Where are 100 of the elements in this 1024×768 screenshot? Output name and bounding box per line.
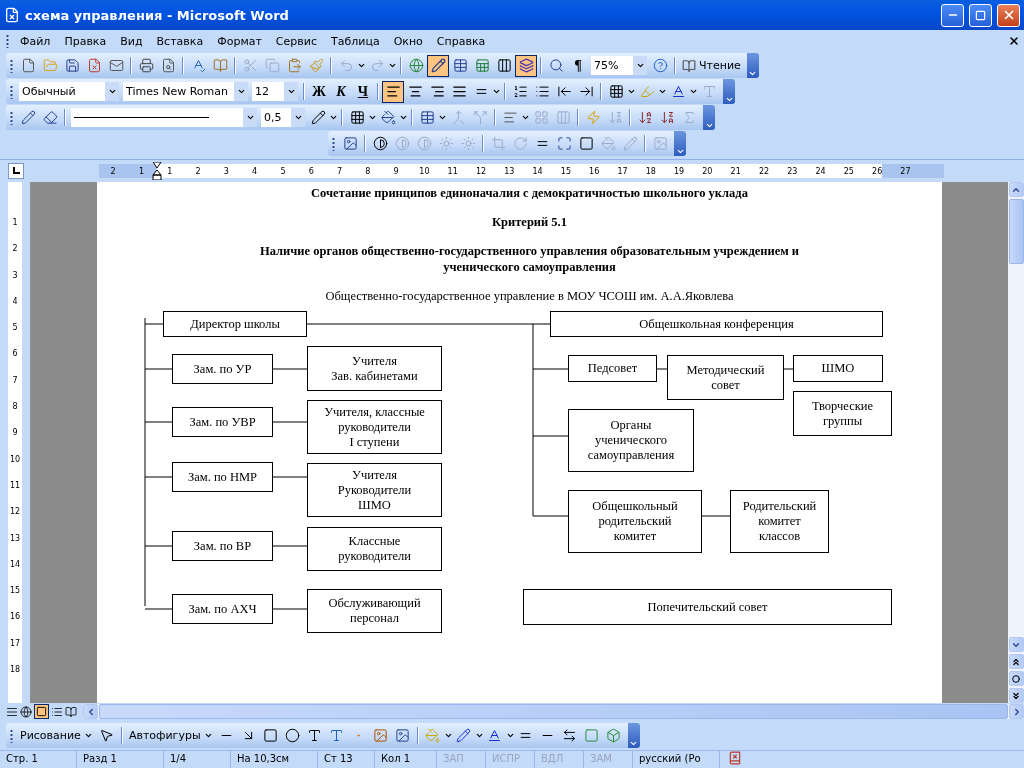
reading-view-icon[interactable] xyxy=(65,705,77,718)
bullets-icon[interactable] xyxy=(534,84,550,99)
font-dropdown[interactable]: Times New Roman xyxy=(123,82,248,101)
org-unit: Попечительский совет xyxy=(523,589,892,625)
merge-cells-icon[interactable] xyxy=(450,110,466,125)
email-icon[interactable] xyxy=(108,58,124,73)
eraser-icon[interactable] xyxy=(42,110,58,125)
picture-icon[interactable] xyxy=(395,728,411,743)
ruler-number: 23 xyxy=(786,166,799,176)
menu-item[interactable]: Вставка xyxy=(149,32,211,50)
menu-item[interactable]: Правка xyxy=(57,32,114,50)
caret-icon xyxy=(724,95,734,104)
caret-icon xyxy=(629,739,639,748)
save-icon[interactable] xyxy=(64,58,80,73)
ruler-number: 5 xyxy=(12,322,18,335)
sort-descending-icon[interactable] xyxy=(659,110,675,125)
menu-item[interactable]: Сервис xyxy=(268,32,324,50)
rectangle-icon[interactable] xyxy=(263,728,279,743)
fill-color-icon[interactable] xyxy=(425,728,441,743)
bold-button[interactable]: Ж xyxy=(308,80,330,103)
shading-color-icon[interactable] xyxy=(380,110,396,125)
close-button[interactable] xyxy=(997,3,1020,27)
help-icon[interactable] xyxy=(652,58,668,73)
toolbar-options-button[interactable] xyxy=(723,79,735,104)
columns-icon[interactable] xyxy=(496,58,512,73)
drawing-menu[interactable]: Рисование xyxy=(17,729,96,742)
autoshapes-menu[interactable]: Автофигуры xyxy=(125,729,216,742)
next-page-button[interactable] xyxy=(1008,688,1024,703)
insert-spreadsheet-icon[interactable] xyxy=(474,58,490,73)
numbering-icon[interactable] xyxy=(512,84,528,99)
insert-picture-icon[interactable] xyxy=(342,136,358,151)
web-view-icon[interactable] xyxy=(20,705,32,718)
arrow-style-icon[interactable] xyxy=(562,728,578,743)
outside-border-icon[interactable] xyxy=(349,110,365,125)
outline-view-icon[interactable] xyxy=(51,705,63,718)
toolbar-options-button[interactable] xyxy=(674,131,686,156)
print-icon[interactable] xyxy=(138,58,154,73)
tables-borders-button[interactable] xyxy=(427,54,449,77)
scroll-thumb[interactable] xyxy=(1008,199,1024,264)
menu-item[interactable]: Окно xyxy=(386,32,430,50)
menu-item[interactable]: Таблица xyxy=(323,32,387,50)
select-objects-icon[interactable] xyxy=(99,728,115,743)
align-left-button[interactable] xyxy=(382,80,404,103)
menu-item[interactable]: Файл xyxy=(13,32,58,50)
sort-ascending-icon[interactable] xyxy=(637,110,653,125)
org-unit: Родительский комитет классов xyxy=(730,490,829,553)
border-icon[interactable] xyxy=(608,84,624,99)
scroll-down-button[interactable] xyxy=(1008,637,1024,652)
scroll-right-button[interactable] xyxy=(1009,704,1024,719)
font-color-icon[interactable] xyxy=(670,84,686,99)
style-dropdown[interactable]: Обычный xyxy=(19,82,119,101)
menu-item[interactable]: Вид xyxy=(113,32,150,50)
org-unit: Директор школы xyxy=(163,311,307,337)
double-down-arrow-icon xyxy=(1011,690,1021,701)
ruler-number: 3 xyxy=(222,166,230,176)
maximize-button[interactable] xyxy=(969,3,992,27)
menu-item[interactable]: Формат xyxy=(210,32,269,50)
italic-button[interactable]: К xyxy=(330,80,352,103)
zoom-dropdown[interactable]: 75% xyxy=(591,56,647,75)
tab-selector[interactable] xyxy=(8,163,24,179)
org-unit: Зам. по УВР xyxy=(172,407,273,437)
toolbar-options-button[interactable] xyxy=(627,723,640,748)
line-color-icon[interactable] xyxy=(456,728,472,743)
normal-view-icon[interactable] xyxy=(6,705,18,718)
minimize-button[interactable] xyxy=(941,3,964,27)
close-document-icon[interactable] xyxy=(1008,35,1020,47)
new-document-icon[interactable] xyxy=(20,58,36,73)
read-button[interactable]: Чтение xyxy=(679,58,744,73)
toolbar-options-button[interactable] xyxy=(703,105,715,130)
org-unit: Общешкольный родительский комитет xyxy=(568,490,702,553)
left-tab-icon xyxy=(12,167,20,175)
menu-item[interactable]: Справка xyxy=(429,32,493,50)
scroll-left-button[interactable] xyxy=(83,704,98,719)
horizontal-scroll-thumb[interactable] xyxy=(99,704,1008,719)
previous-page-button[interactable] xyxy=(1008,654,1024,669)
split-cells-icon[interactable] xyxy=(472,110,488,125)
spelling-status-icon[interactable] xyxy=(728,751,742,765)
hyperlink-icon[interactable] xyxy=(408,58,424,73)
browse-object-button[interactable] xyxy=(1008,671,1024,686)
oval-icon[interactable] xyxy=(285,728,301,743)
toolbar-options-button[interactable] xyxy=(746,53,759,78)
scroll-up-button[interactable] xyxy=(1008,182,1024,197)
line-weight-dropdown[interactable]: 0,5 xyxy=(261,108,305,127)
3d-style-icon[interactable] xyxy=(606,728,622,743)
text-box-icon[interactable] xyxy=(307,728,323,743)
indent-marker-icon[interactable] xyxy=(152,162,162,180)
draw-table-icon[interactable] xyxy=(20,110,36,125)
print-preview-icon[interactable] xyxy=(160,58,176,73)
show-formatting-button[interactable]: ¶ xyxy=(574,57,582,74)
drawing-button[interactable] xyxy=(515,54,537,77)
decrease-indent-icon[interactable] xyxy=(556,84,572,99)
increase-indent-icon[interactable] xyxy=(578,84,594,99)
wordart-icon[interactable] xyxy=(329,728,345,743)
insert-table-icon[interactable] xyxy=(419,110,435,125)
paste-icon[interactable] xyxy=(286,58,302,73)
font-size-dropdown[interactable]: 12 xyxy=(252,82,298,101)
font-color-icon[interactable] xyxy=(487,728,503,743)
underline-button[interactable]: Ч xyxy=(352,80,374,103)
insert-table-icon[interactable] xyxy=(452,58,468,73)
line-style-dropdown[interactable] xyxy=(71,108,257,127)
